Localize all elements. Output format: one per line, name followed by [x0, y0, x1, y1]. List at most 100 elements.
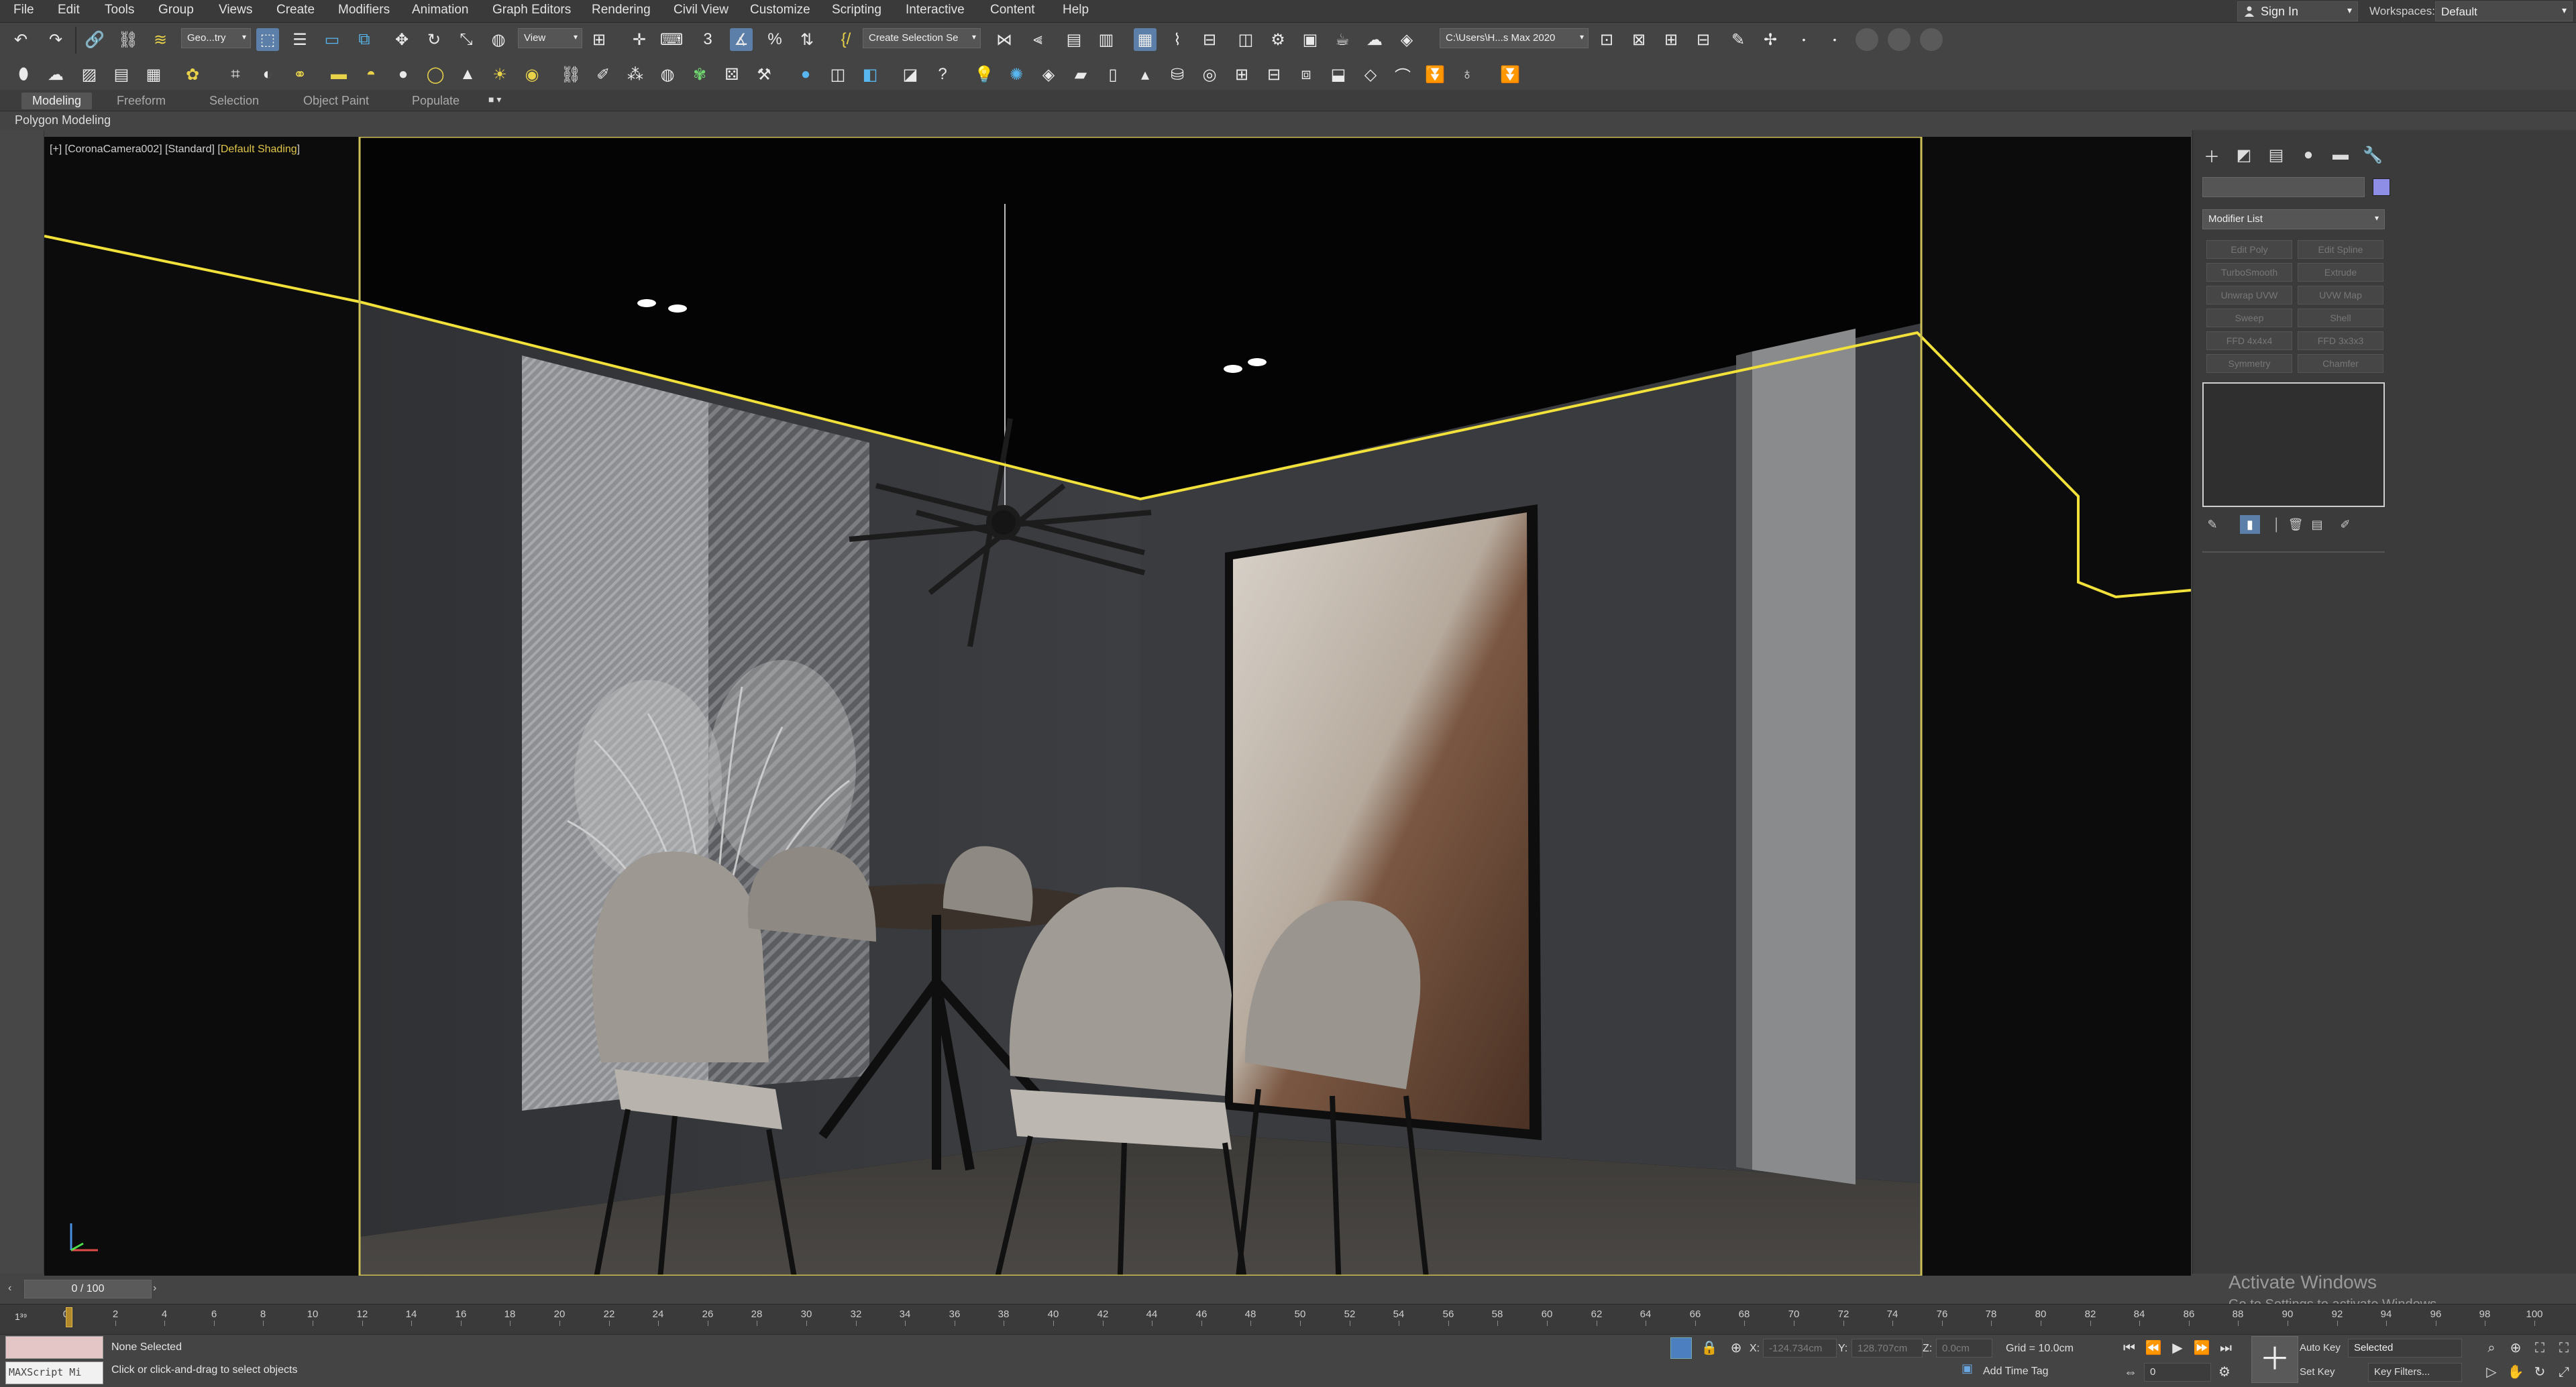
toggle-ribbon-icon[interactable]: ▦ [1134, 28, 1157, 51]
corona-slicer-icon[interactable]: ⊟ [1263, 63, 1285, 86]
configure-modifier-sets-icon[interactable]: ✐ [2335, 515, 2355, 534]
path-icon[interactable]: ⌗ [224, 63, 247, 86]
menu-scripting[interactable]: Scripting [832, 3, 881, 17]
menu-civil-view[interactable]: Civil View [674, 3, 729, 17]
modify-icon[interactable]: ◩ [2232, 144, 2256, 166]
globe-icon[interactable]: ◍ [656, 63, 679, 86]
previous-key-icon[interactable]: ⏪ [2144, 1339, 2163, 1357]
object-color-swatch[interactable] [2373, 178, 2390, 196]
sphere-gizmo-icon[interactable]: ◐ [256, 63, 279, 86]
object-name-field[interactable] [2202, 177, 2365, 197]
next-key-icon[interactable]: ⏩ [2192, 1339, 2211, 1357]
time-slider-handle[interactable]: 0 / 100 [24, 1280, 152, 1298]
spinner-snap-toggle-icon[interactable]: ⇅ [796, 28, 818, 51]
cloud-icon[interactable]: ☁ [44, 63, 67, 86]
toggle-layer-explorer-icon[interactable]: ▥ [1095, 28, 1118, 51]
chevron-double-down-icon[interactable]: ⏬ [1499, 63, 1521, 86]
mod-extrude-button[interactable]: Extrude [2298, 263, 2383, 282]
corona-light-icon[interactable]: 💡 [973, 63, 996, 86]
project-close-icon[interactable]: ⊟ [1692, 28, 1715, 51]
mirror-icon[interactable]: ⋈ [993, 28, 1016, 51]
mod-chamfer-button[interactable]: Chamfer [2298, 354, 2383, 373]
select-object-icon[interactable]: ⬚ [256, 28, 279, 51]
open-mini-curve-editor-button[interactable]: 1³⁹ [15, 1311, 43, 1329]
scatter-icon[interactable]: ⁂ [624, 63, 647, 86]
mod-ffd-4x4x4-button[interactable]: FFD 4x4x4 [2206, 331, 2292, 350]
previous-frame-icon[interactable]: ‹ [8, 1282, 23, 1297]
field-of-view-icon[interactable]: ▷ [2482, 1363, 2501, 1382]
paint-icon[interactable]: ✿ [181, 63, 204, 86]
selection-filter-dropdown[interactable]: Geo...try ▾ [181, 28, 251, 48]
sphere-primitive-icon[interactable]: ● [392, 63, 415, 86]
absolute-mode-icon[interactable]: ⊕ [1727, 1339, 1746, 1357]
maxscript-listener[interactable]: MAXScript Mi [5, 1336, 103, 1384]
brush-icon[interactable]: ✐ [592, 63, 614, 86]
mod-unwrap-uvw-button[interactable]: Unwrap UVW [2206, 286, 2292, 304]
sign-in-dropdown[interactable]: Sign In ▾ [2237, 1, 2358, 21]
corona-camera-icon[interactable]: ◈ [1037, 63, 1060, 86]
material-sphere-icon[interactable]: ● [794, 63, 817, 86]
camera-viewport[interactable]: [+] [CoronaCamera002] [Standard] [Defaul… [44, 137, 2191, 1276]
layer-icon[interactable]: ▤ [110, 63, 133, 86]
percent-snap-toggle-icon[interactable]: % [763, 28, 786, 51]
ribbon-options-button[interactable]: ■ ▾ [488, 94, 515, 107]
mod-symmetry-button[interactable]: Symmetry [2206, 354, 2292, 373]
corona-proxy-icon[interactable]: ▰ [1069, 63, 1092, 86]
copy-modifier-icon[interactable]: ▤ [2307, 515, 2327, 534]
menu-create[interactable]: Create [276, 3, 315, 17]
selection-set-dropdown[interactable]: Selected [2348, 1339, 2462, 1357]
zoom-extents-all-icon[interactable]: ⛶ [2555, 1339, 2573, 1357]
menu-tools[interactable]: Tools [105, 3, 134, 17]
tab-modeling[interactable]: Modeling [21, 93, 93, 109]
motion-icon[interactable]: ● [2296, 144, 2320, 166]
menu-file[interactable]: File [13, 3, 34, 17]
render-in-cloud-icon[interactable]: ☁ [1363, 28, 1386, 51]
create-icon[interactable]: ＋ [2200, 144, 2224, 166]
viewport-shading-label[interactable]: Default Shading [221, 144, 297, 155]
script-tool-icon[interactable]: ✎ [1727, 28, 1750, 51]
undo-icon[interactable]: ↶ [9, 28, 32, 51]
mod-sweep-button[interactable]: Sweep [2206, 309, 2292, 327]
workspaces-select[interactable]: Default ▾ [2435, 1, 2573, 21]
box-primitive-icon[interactable]: ▬ [327, 63, 350, 86]
menu-rendering[interactable]: Rendering [592, 3, 651, 17]
add-time-tag-button[interactable]: Add Time Tag [1983, 1366, 2049, 1378]
maximize-viewport-icon[interactable]: ⤢ [2555, 1363, 2573, 1382]
align-icon[interactable]: ⫷ [1026, 28, 1049, 51]
menu-modifiers[interactable]: Modifiers [338, 3, 390, 17]
circle-button[interactable] [1856, 28, 1878, 51]
corona-scatter-icon[interactable]: ▴ [1134, 63, 1157, 86]
tab-populate[interactable]: Populate [401, 93, 470, 109]
menu-interactive[interactable]: Interactive [906, 3, 965, 17]
menu-animation[interactable]: Animation [412, 3, 469, 17]
current-frame-field[interactable]: 0 [2144, 1363, 2211, 1382]
bulb-icon[interactable]: ♁ [1456, 63, 1479, 86]
window-crossing-icon[interactable]: ⧉ [353, 28, 376, 51]
lock-selection-icon[interactable]: 🔒 [1700, 1339, 1719, 1357]
node-editor-icon[interactable]: ◫ [826, 63, 849, 86]
reference-coordinate-dropdown[interactable]: View ▾ [518, 28, 582, 48]
corona-view-icon[interactable]: ⌒ [1391, 63, 1414, 86]
zoom-extents-icon[interactable]: ⛶ [2530, 1339, 2549, 1357]
material-editor-icon[interactable]: ◫ [1234, 28, 1257, 51]
edit-named-selection-icon[interactable]: {/ [835, 28, 857, 51]
menu-help[interactable]: Help [1063, 3, 1089, 17]
dot-light-icon[interactable]: ◉ [521, 63, 543, 86]
show-end-result-icon[interactable]: ▮ [2240, 515, 2260, 534]
menu-graph-editors[interactable]: Graph Editors [492, 3, 571, 17]
corona-book-icon[interactable]: ▯ [1102, 63, 1124, 86]
dome-primitive-icon[interactable]: ◓ [360, 63, 382, 86]
tab-freeform[interactable]: Freeform [106, 93, 176, 109]
texture-icon[interactable]: ◧ [859, 63, 881, 86]
bind-to-space-warp-icon[interactable]: ≋ [149, 28, 172, 51]
hierarchy-icon[interactable]: ▤ [2264, 144, 2288, 166]
y-coord-field[interactable]: 128.707cm [1851, 1339, 1923, 1357]
time-config-icon[interactable]: ⚙ [2215, 1363, 2234, 1382]
select-and-move-icon[interactable]: ✥ [390, 28, 413, 51]
mod-ffd-3x3x3-button[interactable]: FFD 3x3x3 [2298, 331, 2383, 350]
project-save-icon[interactable]: ⊞ [1660, 28, 1682, 51]
image-icon[interactable]: ▨ [78, 63, 101, 86]
tab-selection[interactable]: Selection [199, 93, 270, 109]
unlink-selection-icon[interactable]: ⛓ [117, 28, 140, 51]
table-icon[interactable]: ▦ [142, 63, 165, 86]
